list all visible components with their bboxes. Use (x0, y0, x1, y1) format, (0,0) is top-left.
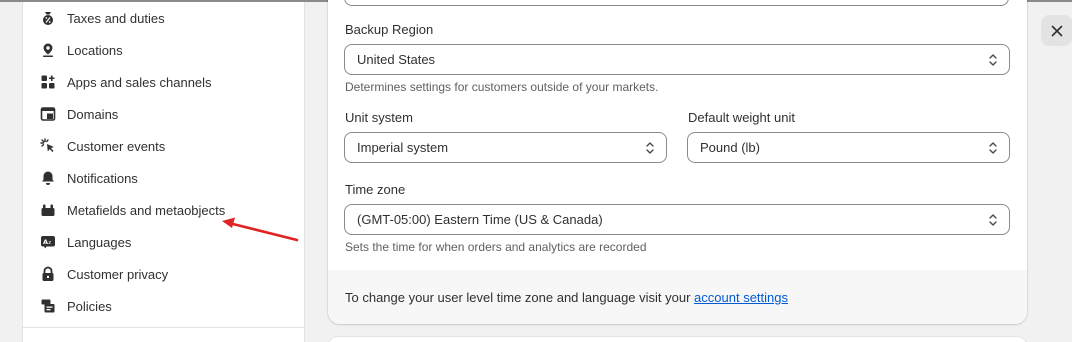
sidebar-item-locations[interactable]: Locations (40, 38, 123, 62)
select-chevron-icon (646, 142, 654, 154)
previous-field-bottom (344, 0, 1009, 6)
backup-region-select[interactable]: United States (344, 44, 1010, 75)
backup-region-help: Determines settings for customers outsid… (345, 80, 659, 94)
globe-window-icon (40, 106, 56, 122)
time-zone-value: (GMT-05:00) Eastern Time (US & Canada) (357, 212, 603, 227)
sidebar-item-label: Domains (67, 106, 119, 122)
sidebar-item-customer-events[interactable]: Customer events (40, 134, 165, 158)
sidebar-item-apps-and-sales-channels[interactable]: Apps and sales channels (40, 70, 212, 94)
weight-unit-value: Pound (lb) (700, 140, 760, 155)
sidebar-item-policies[interactable]: Policies (40, 294, 112, 318)
unit-system-value: Imperial system (357, 140, 449, 155)
lock-icon (40, 266, 56, 282)
sidebar-item-notifications[interactable]: Notifications (40, 166, 138, 190)
sidebar-divider (23, 327, 304, 328)
language-icon: Az (40, 234, 56, 250)
sidebar-item-label: Metafields and metaobjects (67, 202, 226, 218)
sidebar-item-label: Taxes and duties (67, 10, 165, 26)
close-icon (1051, 25, 1062, 36)
sidebar-item-label: Notifications (67, 170, 138, 186)
policy-icon (40, 298, 56, 314)
unit-system-select[interactable]: Imperial system (344, 132, 667, 163)
tax-icon (40, 10, 56, 26)
close-button[interactable] (1041, 15, 1072, 46)
weight-unit-select[interactable]: Pound (lb) (687, 132, 1010, 163)
annotation-arrow-icon (222, 217, 299, 242)
sidebar-item-label: Apps and sales channels (67, 74, 212, 90)
time-zone-select[interactable]: (GMT-05:00) Eastern Time (US & Canada) (344, 204, 1010, 235)
apps-icon (40, 74, 56, 90)
sidebar-item-customer-privacy[interactable]: Customer privacy (40, 262, 168, 286)
select-chevron-icon (989, 214, 997, 226)
time-zone-label: Time zone (345, 182, 406, 197)
svg-text:z: z (48, 240, 51, 246)
select-chevron-icon (989, 142, 997, 154)
bell-icon (40, 170, 56, 186)
account-settings-link[interactable]: account settings (694, 290, 788, 305)
sidebar-item-label: Customer events (67, 138, 166, 154)
sidebar-item-taxes-and-duties[interactable]: Taxes and duties (40, 6, 165, 30)
sidebar-item-metafields-and-metaobjects[interactable]: Metafields and metaobjects (40, 198, 225, 222)
sidebar-item-label: Customer privacy (67, 266, 169, 282)
sidebar-item-label: Policies (67, 298, 112, 314)
time-zone-help: Sets the time for when orders and analyt… (345, 240, 647, 254)
sidebar-item-languages[interactable]: Az Languages (40, 230, 131, 254)
cursor-click-icon (40, 138, 56, 154)
metafields-icon (40, 202, 56, 218)
svg-text:A: A (43, 238, 48, 246)
select-chevron-icon (989, 54, 997, 66)
backup-region-value: United States (357, 52, 436, 67)
settings-sidebar: Taxes and duties Locations Apps and sale… (22, 2, 305, 342)
store-defaults-card: Backup Region United States Determines s… (328, 0, 1027, 324)
location-pin-icon (40, 42, 56, 58)
next-card (328, 337, 1027, 342)
footer-note-text: To change your user level time zone and … (345, 290, 695, 305)
sidebar-item-domains[interactable]: Domains (40, 102, 118, 126)
unit-system-label: Unit system (345, 110, 413, 125)
footer-note: To change your user level time zone and … (345, 290, 788, 305)
sidebar-item-label: Languages (67, 234, 132, 250)
weight-unit-label: Default weight unit (688, 110, 795, 125)
backup-region-label: Backup Region (345, 22, 434, 37)
sidebar-item-label: Locations (67, 42, 123, 58)
